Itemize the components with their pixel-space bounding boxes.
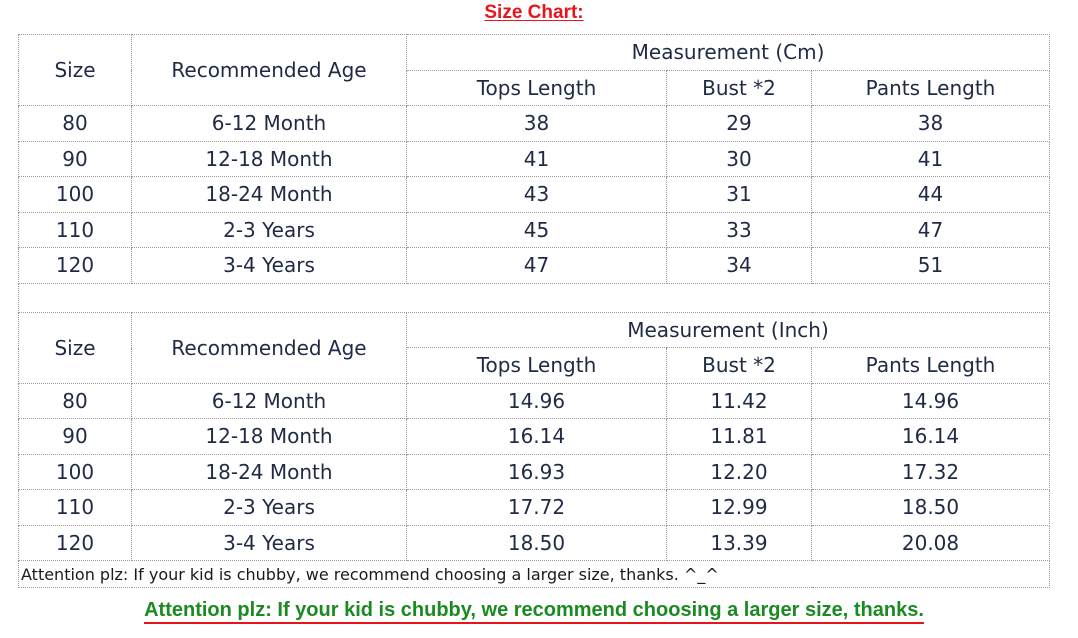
spacer-cell [17, 282, 1051, 313]
bust-cell: 34 [666, 247, 812, 284]
bust-cell: 30 [666, 140, 812, 177]
pants-cell: 14.96 [810, 382, 1051, 419]
tops-cell: 45 [406, 211, 667, 248]
bust-cell: 12.20 [666, 453, 812, 490]
age-cell: 3-4 Years [131, 524, 407, 561]
tops-cell: 38 [406, 105, 667, 142]
size-cell: 90 [18, 418, 132, 455]
inch-pants-header: Pants Length [810, 347, 1051, 384]
age-cell: 6-12 Month [131, 382, 407, 419]
tops-cell: 43 [406, 176, 667, 213]
table-row: 110 2-3 Years 45 33 47 [18, 211, 1051, 248]
bust-cell: 13.39 [666, 524, 812, 561]
table-row: 100 18-24 Month 43 31 44 [18, 176, 1051, 213]
pants-cell: 44 [810, 176, 1051, 213]
pants-cell: 47 [810, 211, 1051, 248]
pants-cell: 41 [810, 140, 1051, 177]
cm-age-header: Recommended Age [131, 34, 407, 106]
inch-header-row-1: Size Recommended Age Measurement (Inch) [18, 311, 1051, 384]
age-cell: 2-3 Years [131, 211, 407, 248]
tops-cell: 18.50 [406, 524, 667, 561]
table-row: 120 3-4 Years 18.50 13.39 20.08 [18, 524, 1051, 561]
tops-cell: 16.93 [406, 453, 667, 490]
table-row: 90 12-18 Month 16.14 11.81 16.14 [18, 418, 1051, 455]
table-row: 110 2-3 Years 17.72 12.99 18.50 [18, 489, 1051, 526]
age-cell: 12-18 Month [131, 140, 407, 177]
inch-size-header: Size [18, 311, 132, 384]
bust-cell: 33 [666, 211, 812, 248]
age-cell: 3-4 Years [131, 247, 407, 284]
attention-footer: Attention plz: If your kid is chubby, we… [0, 599, 1068, 624]
pants-cell: 38 [810, 105, 1051, 142]
size-cell: 110 [18, 211, 132, 248]
age-cell: 2-3 Years [131, 489, 407, 526]
size-cell: 90 [18, 140, 132, 177]
bust-cell: 29 [666, 105, 812, 142]
attention-note: Attention plz: If your kid is chubby, we… [17, 560, 1051, 588]
bust-cell: 11.42 [666, 382, 812, 419]
cm-tops-header: Tops Length [406, 69, 667, 106]
size-cell: 80 [18, 382, 132, 419]
inch-tops-header: Tops Length [406, 347, 667, 384]
size-cell: 110 [18, 489, 132, 526]
attention-footer-text: Attention plz: If your kid is chubby, we… [144, 599, 924, 624]
pants-cell: 16.14 [810, 418, 1051, 455]
size-chart-title: Size Chart: [484, 2, 584, 23]
tops-cell: 17.72 [406, 489, 667, 526]
pants-cell: 17.32 [810, 453, 1051, 490]
age-cell: 18-24 Month [131, 176, 407, 213]
size-chart-table: Size Recommended Age Measurement (Cm) To… [17, 34, 1051, 588]
inch-bust-header: Bust *2 [666, 347, 812, 384]
size-cell: 100 [18, 453, 132, 490]
tops-cell: 47 [406, 247, 667, 284]
cm-pants-header: Pants Length [810, 69, 1051, 106]
pants-cell: 20.08 [810, 524, 1051, 561]
tops-cell: 41 [406, 140, 667, 177]
pants-cell: 18.50 [810, 489, 1051, 526]
table-row: 100 18-24 Month 16.93 12.20 17.32 [18, 453, 1051, 490]
cm-header-row-1: Size Recommended Age Measurement (Cm) [18, 34, 1051, 106]
cm-size-header: Size [18, 34, 132, 106]
tops-cell: 14.96 [406, 382, 667, 419]
note-row: Attention plz: If your kid is chubby, we… [17, 560, 1051, 588]
table-row: 90 12-18 Month 41 30 41 [18, 140, 1051, 177]
cm-bust-header: Bust *2 [666, 69, 812, 106]
inch-measurement-header: Measurement (Inch) [405, 311, 1051, 348]
age-cell: 6-12 Month [131, 105, 407, 142]
table-spacer-row [17, 282, 1051, 313]
table-row: 80 6-12 Month 14.96 11.42 14.96 [18, 382, 1051, 419]
inch-age-header: Recommended Age [131, 311, 407, 384]
bust-cell: 31 [666, 176, 812, 213]
size-cell: 120 [18, 247, 132, 284]
cm-measurement-header: Measurement (Cm) [405, 34, 1051, 71]
age-cell: 12-18 Month [131, 418, 407, 455]
pants-cell: 51 [810, 247, 1051, 284]
age-cell: 18-24 Month [131, 453, 407, 490]
size-cell: 100 [18, 176, 132, 213]
table-row: 80 6-12 Month 38 29 38 [18, 105, 1051, 142]
tops-cell: 16.14 [406, 418, 667, 455]
bust-cell: 11.81 [666, 418, 812, 455]
size-cell: 120 [18, 524, 132, 561]
size-cell: 80 [18, 105, 132, 142]
bust-cell: 12.99 [666, 489, 812, 526]
table-row: 120 3-4 Years 47 34 51 [18, 247, 1051, 284]
